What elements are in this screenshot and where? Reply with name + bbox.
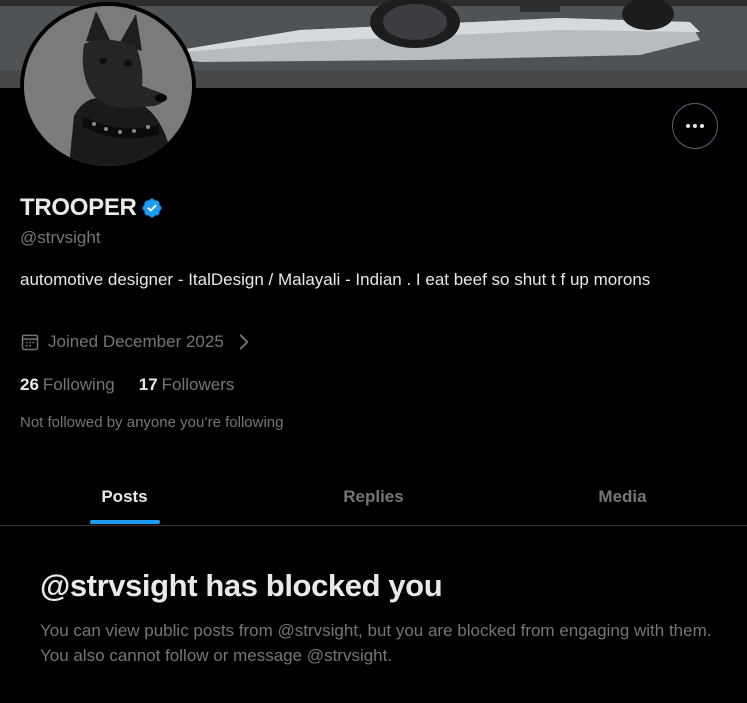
tab-posts[interactable]: Posts xyxy=(0,468,249,525)
not-followed-notice: Not followed by anyone you’re following xyxy=(20,414,284,431)
profile-bio: automotive designer - ItalDesign / Malay… xyxy=(20,270,651,289)
joined-date[interactable]: Joined December 2025 xyxy=(20,332,254,352)
active-tab-indicator xyxy=(89,520,160,524)
tab-replies[interactable]: Replies xyxy=(249,468,498,525)
followers-count: 17 xyxy=(138,375,158,394)
blocked-description: You can view public posts from @strvsigh… xyxy=(40,621,712,665)
more-horizontal-icon xyxy=(686,124,690,128)
profile-tabs: Posts Replies Media xyxy=(0,468,747,526)
more-dot xyxy=(700,124,704,128)
profile-name-row: TROOPER xyxy=(20,194,163,222)
more-dot xyxy=(693,124,697,128)
verified-badge-icon[interactable] xyxy=(141,197,163,219)
profile-avatar[interactable] xyxy=(20,2,196,170)
followers-label: Followers xyxy=(161,375,235,394)
followers-link[interactable]: 17 Followers xyxy=(139,375,235,395)
tab-posts-label: Posts xyxy=(101,486,148,506)
tab-media[interactable]: Media xyxy=(498,468,747,525)
tab-media-label: Media xyxy=(598,486,647,506)
following-label: Following xyxy=(42,375,115,394)
display-name: TROOPER xyxy=(20,194,137,221)
profile-handle: @strvsight xyxy=(20,228,101,247)
more-options-button[interactable] xyxy=(672,103,718,149)
blocked-title: @strvsight has blocked you xyxy=(40,568,443,603)
chevron-right-icon xyxy=(239,334,249,350)
tab-replies-label: Replies xyxy=(343,486,404,506)
joined-text: Joined December 2025 xyxy=(48,332,224,351)
dog-avatar-image xyxy=(24,6,192,166)
following-count: 26 xyxy=(20,375,39,394)
calendar-icon xyxy=(21,334,39,351)
follow-stats: 26 Following 17 Followers xyxy=(20,375,234,395)
following-link[interactable]: 26 Following xyxy=(20,375,115,395)
